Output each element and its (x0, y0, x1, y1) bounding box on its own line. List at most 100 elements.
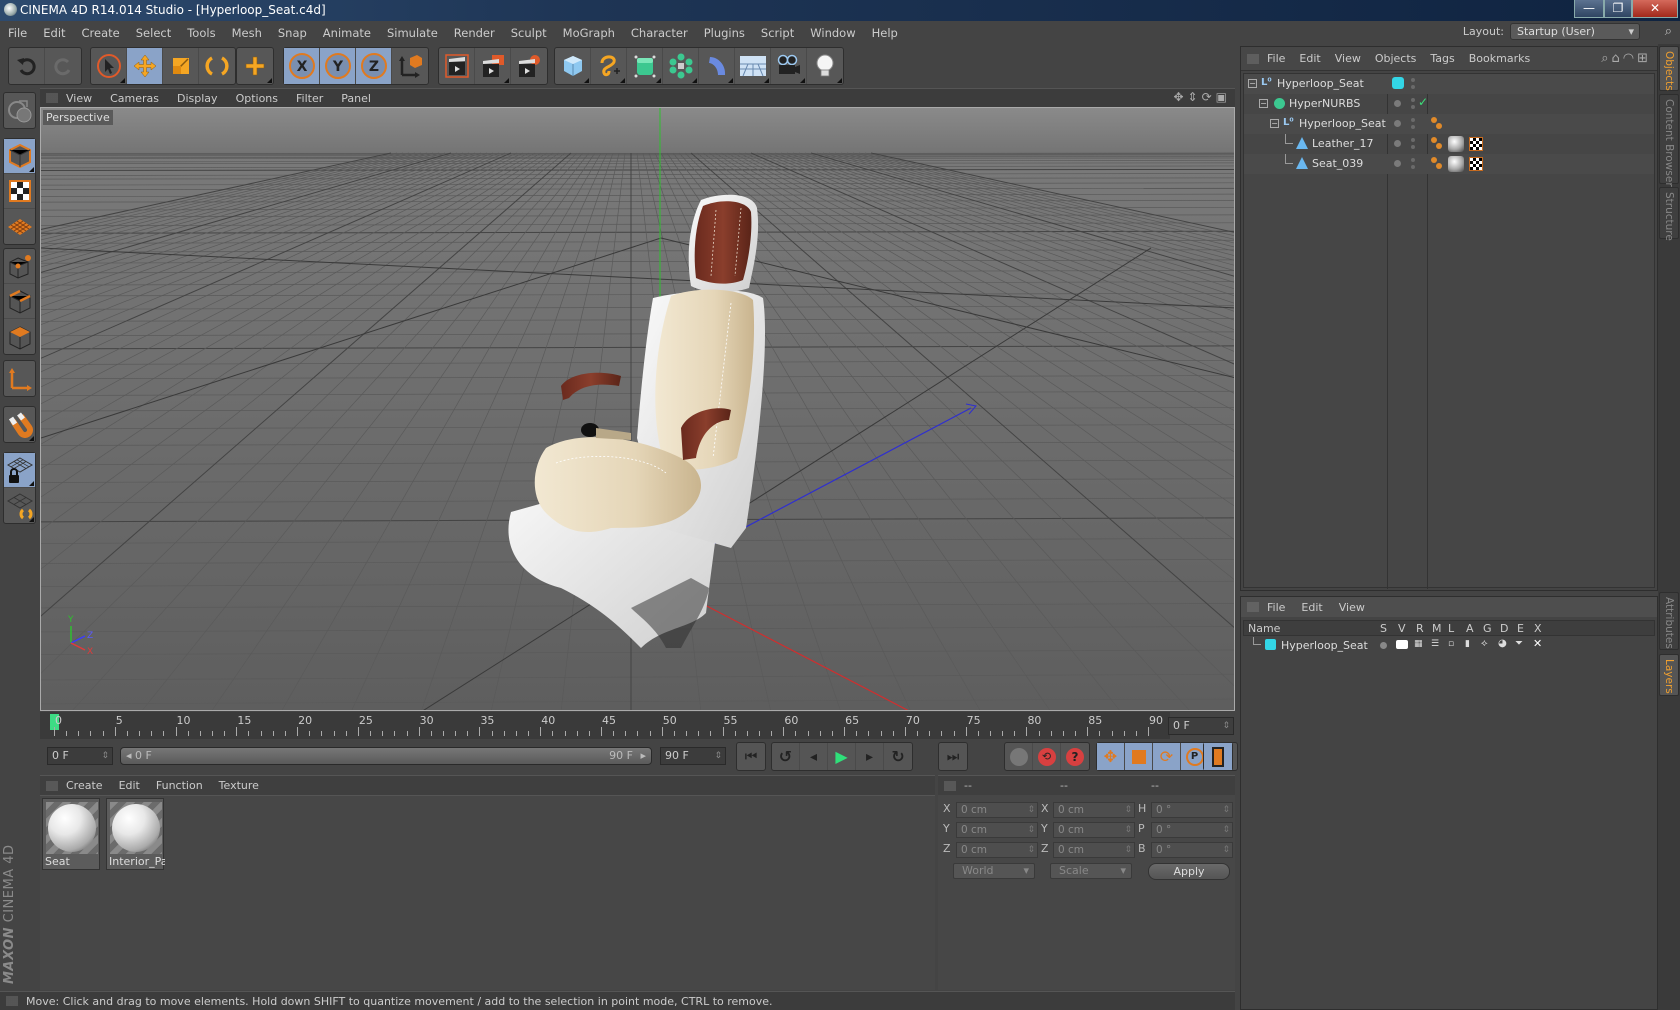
apply-button[interactable]: Apply (1148, 863, 1230, 880)
orbit-icon[interactable]: ⟳ (1202, 90, 1216, 104)
planar-workplane-button[interactable] (4, 488, 35, 523)
transform-mode-dropdown[interactable]: Scale (1050, 863, 1132, 879)
light-button[interactable] (807, 48, 843, 84)
object-row[interactable]: Seat_039 (1244, 154, 1654, 174)
phong-tag-icon[interactable] (1431, 117, 1445, 131)
xref-icon[interactable]: ✕ (1533, 637, 1542, 650)
col-manager[interactable]: M (1432, 622, 1442, 635)
menu-help[interactable]: Help (872, 26, 898, 40)
recent-tool-button[interactable] (237, 48, 273, 84)
editor-visibility-dot[interactable] (1411, 98, 1415, 102)
points-mode-button[interactable] (4, 249, 35, 284)
scale-track-button[interactable] (1125, 743, 1153, 770)
material-menu-texture[interactable]: Texture (219, 779, 259, 792)
rot-b-field[interactable]: 0 ° (1151, 842, 1233, 858)
render-visibility-dot[interactable] (1411, 145, 1415, 149)
render-visibility-dot[interactable] (1411, 165, 1415, 169)
col-solo[interactable]: S (1380, 622, 1387, 635)
col-name[interactable]: Name (1248, 622, 1280, 635)
material-menu-function[interactable]: Function (156, 779, 203, 792)
viewport-menu-panel[interactable]: Panel (341, 92, 371, 105)
menu-simulate[interactable]: Simulate (387, 26, 438, 40)
uvw-tag-icon[interactable] (1469, 157, 1483, 171)
col-generators[interactable]: G (1483, 622, 1492, 635)
camera-button[interactable] (771, 48, 807, 84)
model-mode-button[interactable] (4, 139, 35, 174)
spinner-icon[interactable]: ⇕ (101, 748, 109, 764)
tab-content-browser[interactable]: Content Browser (1659, 94, 1679, 187)
previous-frame-button[interactable]: ◂ (800, 743, 828, 770)
spinner-icon[interactable]: ⇕ (1222, 718, 1230, 734)
tab-layers[interactable]: Layers (1659, 654, 1679, 696)
deformer-button[interactable] (699, 48, 735, 84)
locked-workplane-button[interactable] (4, 453, 35, 488)
pos-z-field[interactable]: 0 cm (956, 842, 1038, 858)
editor-visibility-dot[interactable] (1411, 118, 1415, 122)
animation-film-icon[interactable]: ▮ (1465, 639, 1470, 649)
phong-tag-icon[interactable] (1431, 137, 1445, 151)
pan-icon[interactable]: ✥ (1173, 90, 1187, 104)
expressions-icon[interactable]: ⏷ (1515, 638, 1523, 649)
col-xref[interactable]: X (1534, 622, 1542, 635)
visible-eye-icon[interactable] (1396, 640, 1408, 649)
toggle-layout-icon[interactable]: ▣ (1216, 90, 1231, 104)
layers-menu-edit[interactable]: Edit (1301, 601, 1322, 614)
layer-dot[interactable] (1394, 100, 1401, 107)
minimize-button[interactable]: — (1574, 0, 1604, 18)
tab-attributes[interactable]: Attributes (1659, 592, 1679, 650)
mograph-cloner-button[interactable] (663, 48, 699, 84)
layers-menu-file[interactable]: File (1267, 601, 1285, 614)
live-selection-button[interactable] (91, 48, 127, 84)
material-menu-create[interactable]: Create (66, 779, 103, 792)
render-visibility-dot[interactable] (1411, 85, 1415, 89)
menu-tools[interactable]: Tools (187, 26, 215, 40)
menu-file[interactable]: File (8, 26, 27, 40)
generators-icon[interactable]: ⟡ (1481, 638, 1488, 649)
environment-button[interactable] (735, 48, 771, 84)
col-animation[interactable]: A (1466, 622, 1474, 635)
size-x-field[interactable]: 0 cm (1053, 802, 1135, 818)
objects-menu-objects[interactable]: Objects (1375, 52, 1417, 65)
x-axis-lock-button[interactable]: X (284, 48, 320, 84)
render-visibility-dot[interactable] (1411, 105, 1415, 109)
enabled-check-icon[interactable]: ✓ (1418, 95, 1428, 109)
layer-color-swatch[interactable] (1392, 77, 1404, 89)
layer-row[interactable]: Hyperloop_Seat ▦ ☰ ▫ ▮ ⟡ ◕ ⏷ ✕ (1243, 637, 1655, 655)
object-row[interactable]: − L⁰ Hyperloop_Seat (1244, 74, 1654, 94)
menu-sculpt[interactable]: Sculpt (511, 26, 547, 40)
menu-edit[interactable]: Edit (43, 26, 65, 40)
tab-structure[interactable]: Structure (1659, 187, 1679, 241)
redo-button[interactable] (45, 48, 81, 84)
render-view-button[interactable] (439, 48, 475, 84)
manager-hierarchy-icon[interactable]: ☰ (1431, 639, 1439, 649)
start-frame-field[interactable]: 0 F ⇕ (47, 747, 113, 765)
go-to-end-button[interactable]: ⏭ (939, 743, 967, 770)
workplane-mode-button[interactable] (4, 209, 35, 244)
objects-menu-file[interactable]: File (1267, 52, 1285, 65)
menu-mesh[interactable]: Mesh (232, 26, 262, 40)
home-icon[interactable]: ⌂ (1611, 51, 1622, 66)
menu-script[interactable]: Script (761, 26, 794, 40)
material-swatch[interactable]: Interior_Pa (106, 798, 165, 870)
panel-grip-handle[interactable] (1247, 53, 1259, 64)
preview-range-slider[interactable]: ◂ 0 F 90 F ▸ (120, 747, 652, 765)
panel-grip-handle[interactable] (1247, 602, 1259, 612)
search-icon[interactable]: ⌕ (1601, 51, 1611, 66)
material-swatch[interactable]: Seat (42, 798, 100, 870)
timeline-window-button[interactable] (1204, 743, 1232, 770)
next-frame-button[interactable]: ▸ (856, 743, 884, 770)
objects-menu-edit[interactable]: Edit (1299, 52, 1320, 65)
objects-menu-tags[interactable]: Tags (1430, 52, 1454, 65)
layers-menu-view[interactable]: View (1339, 601, 1365, 614)
layer-dot[interactable] (1394, 120, 1401, 127)
rotate-tool-button[interactable] (199, 48, 235, 84)
uvw-tag-icon[interactable] (1469, 137, 1483, 151)
command-search-icon[interactable]: ⌕ (1665, 24, 1672, 39)
tab-objects[interactable]: Objects (1659, 46, 1679, 91)
phong-tag-icon[interactable] (1431, 157, 1445, 171)
scale-tool-button[interactable] (163, 48, 199, 84)
pos-x-field[interactable]: 0 cm (956, 802, 1038, 818)
position-track-button[interactable]: ✥ (1097, 743, 1125, 770)
panel-grip-handle[interactable] (46, 780, 58, 791)
size-y-field[interactable]: 0 cm (1053, 822, 1135, 838)
